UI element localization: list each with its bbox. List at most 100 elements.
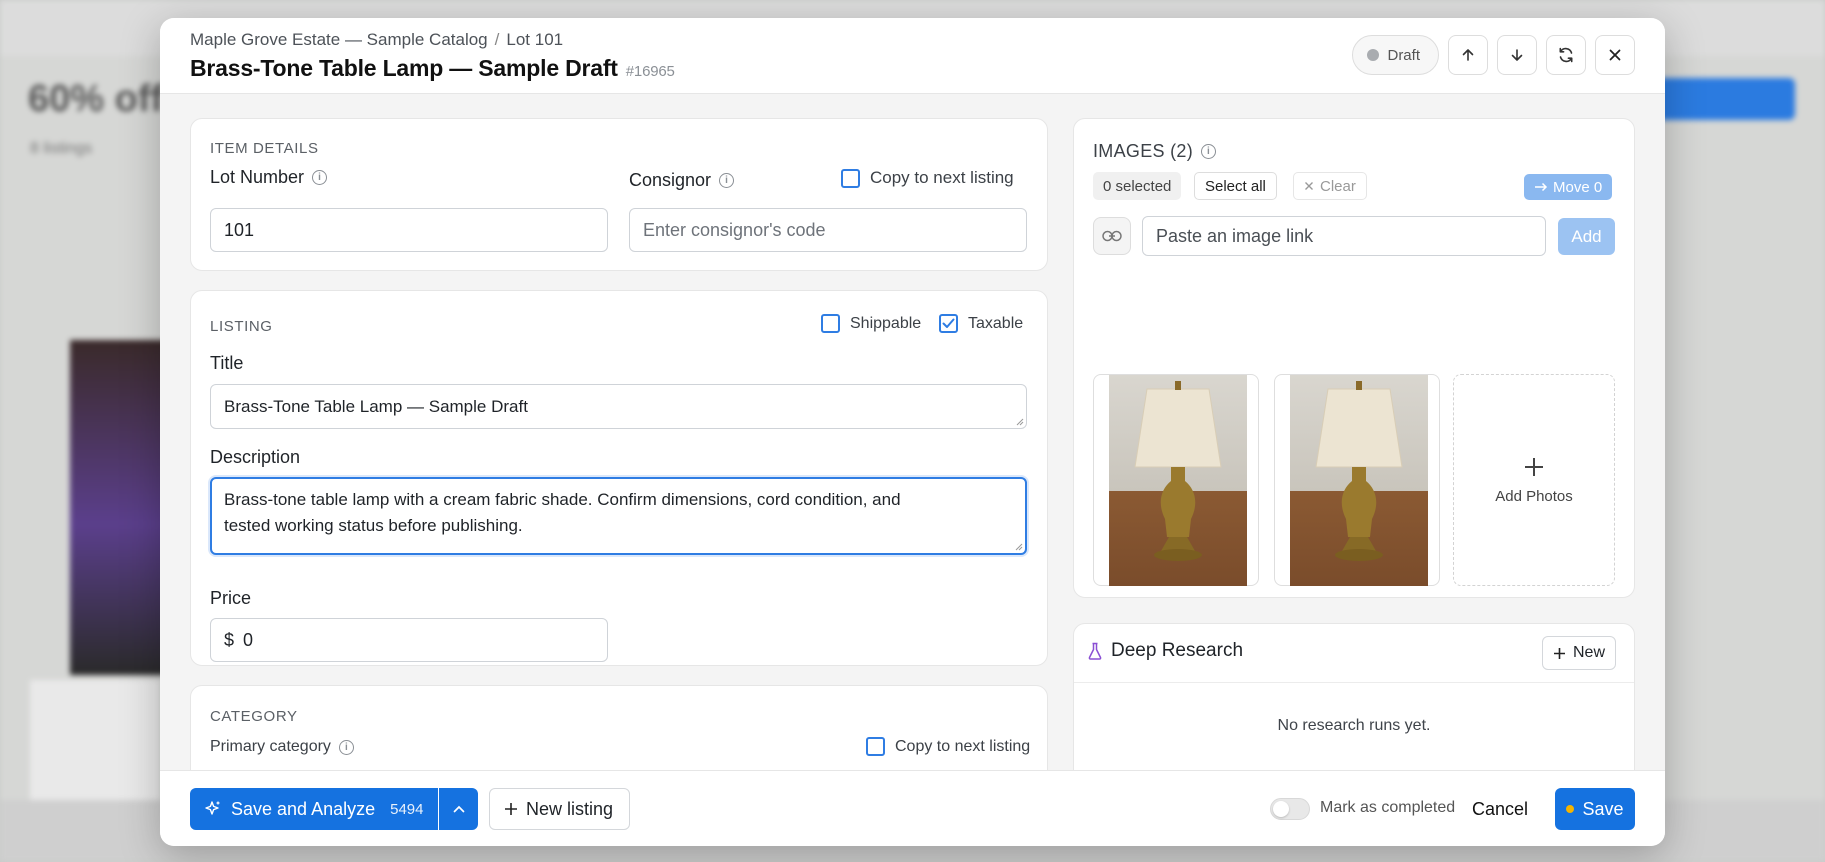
save-and-analyze-count: 5494 xyxy=(390,800,424,818)
background-card xyxy=(30,680,160,800)
add-link-button[interactable]: Add xyxy=(1558,218,1615,255)
price-currency: $ xyxy=(224,629,235,650)
shippable-label: Shippable xyxy=(850,314,922,332)
resize-handle-icon[interactable] xyxy=(1013,541,1023,551)
title-input[interactable]: Brass-Tone Table Lamp — Sample Draft xyxy=(210,384,1027,429)
breadcrumb-catalog[interactable]: Maple Grove Estate — Sample Catalog xyxy=(190,30,488,49)
copy-next-listing-checkbox[interactable]: Copy to next listing xyxy=(841,168,1014,188)
resize-handle-icon[interactable] xyxy=(1014,416,1024,426)
previous-button[interactable] xyxy=(1448,35,1488,75)
lamp-illustration xyxy=(1134,381,1222,561)
toggle-knob xyxy=(1273,801,1289,817)
category-heading: CATEGORY xyxy=(210,708,298,725)
taxable-label: Taxable xyxy=(968,314,1024,332)
plus-icon xyxy=(1525,457,1543,476)
modal-header: Maple Grove Estate — Sample Catalog / Lot … xyxy=(160,18,1665,94)
status-badge[interactable]: Draft xyxy=(1352,35,1439,75)
move-label: Move 0 xyxy=(1553,178,1603,196)
save-button[interactable]: Save xyxy=(1555,788,1635,830)
image-link-input[interactable]: Paste an image link xyxy=(1142,216,1546,256)
select-all-button[interactable]: Select all xyxy=(1194,172,1277,200)
new-research-button[interactable]: New xyxy=(1542,636,1617,670)
info-icon[interactable]: i xyxy=(719,173,735,188)
sparkle-icon xyxy=(205,801,220,815)
listing-heading: LISTING xyxy=(210,318,273,335)
primary-category-label: Primary category xyxy=(210,738,331,755)
description-line-2: tested working status before publishing. xyxy=(224,516,523,535)
description-textarea[interactable]: Brass-tone table lamp with a cream fabri… xyxy=(210,477,1027,555)
checkmark-icon xyxy=(942,318,955,328)
taxable-checkbox[interactable]: Taxable xyxy=(939,314,1023,333)
divider xyxy=(1074,682,1634,683)
new-listing-button[interactable]: New listing xyxy=(489,788,630,830)
breadcrumb-lot[interactable]: Lot 101 xyxy=(506,30,563,49)
image-thumbnail-2[interactable] xyxy=(1274,374,1440,586)
price-label: Price xyxy=(210,588,252,608)
copy-next-listing-label: Copy to next listing xyxy=(870,168,1014,187)
primary-category-label-row: Primary category i xyxy=(210,738,354,756)
info-icon[interactable]: i xyxy=(1201,144,1217,159)
refresh-button[interactable] xyxy=(1546,35,1586,75)
cancel-button[interactable]: Cancel xyxy=(1472,788,1528,830)
link-button[interactable] xyxy=(1093,217,1131,255)
category-copy-next-listing-label: Copy to next listing xyxy=(895,737,1031,755)
deep-research-heading-row: Deep Research xyxy=(1088,640,1243,662)
plus-icon xyxy=(505,803,517,815)
clear-button[interactable]: Clear xyxy=(1293,172,1367,200)
info-icon[interactable]: i xyxy=(312,170,328,185)
mark-completed-label: Mark as completed xyxy=(1320,799,1456,816)
title-input-value: Brass-Tone Table Lamp — Sample Draft xyxy=(224,396,528,416)
deep-research-title: Deep Research xyxy=(1111,640,1244,661)
item-details-heading: ITEM DETAILS xyxy=(210,140,319,157)
background-new-listing-button xyxy=(1655,78,1795,120)
images-card: IMAGES (2) i 0 selected Select all Clear… xyxy=(1073,118,1635,598)
info-icon[interactable]: i xyxy=(338,739,354,755)
lamp-photo xyxy=(1109,375,1247,586)
status-label: Draft xyxy=(1387,46,1420,64)
save-and-analyze-label: Save and Analyze xyxy=(231,798,376,819)
selected-count: 0 selected xyxy=(1093,172,1182,200)
lot-number-label-row: Lot Number i xyxy=(210,167,328,188)
lamp-illustration xyxy=(1315,381,1403,561)
image-thumbnail-1[interactable] xyxy=(1093,374,1259,586)
page-title-row: Brass-Tone Table Lamp — Sample Draft #169… xyxy=(190,55,675,82)
lot-number-label: Lot Number xyxy=(210,167,305,187)
page-title: Brass-Tone Table Lamp — Sample Draft xyxy=(190,55,618,81)
consignor-placeholder: Enter consignor's code xyxy=(643,219,826,240)
save-and-analyze-button[interactable]: Save and Analyze 5494 xyxy=(190,788,438,830)
consignor-label-row: Consignor i xyxy=(629,170,735,191)
price-input[interactable]: $ 0 xyxy=(210,618,608,662)
checkbox-icon[interactable] xyxy=(866,737,885,756)
description-line-1: Brass-tone table lamp with a cream fabri… xyxy=(224,490,901,509)
arrow-right-icon xyxy=(1535,182,1548,192)
checkbox-icon[interactable] xyxy=(821,314,840,333)
description-label: Description xyxy=(210,447,301,467)
unsaved-dot xyxy=(1566,805,1575,813)
next-button[interactable] xyxy=(1497,35,1537,75)
close-button[interactable] xyxy=(1595,35,1635,75)
listing-editor-modal: Maple Grove Estate — Sample Catalog / Lot … xyxy=(160,18,1665,846)
item-details-card: ITEM DETAILS Lot Number i 101 Consignor … xyxy=(190,118,1048,271)
checkbox-checked-icon[interactable] xyxy=(939,314,958,333)
lot-number-input[interactable]: 101 xyxy=(210,208,608,252)
save-label: Save xyxy=(1582,798,1624,819)
shippable-checkbox[interactable]: Shippable xyxy=(821,314,921,333)
breadcrumb: Maple Grove Estate — Sample Catalog / Lot … xyxy=(190,30,563,50)
consignor-input[interactable]: Enter consignor's code xyxy=(629,208,1027,252)
lamp-photo xyxy=(1290,375,1428,586)
images-heading: IMAGES (2) xyxy=(1093,141,1194,161)
research-empty-text: No research runs yet. xyxy=(1277,717,1431,734)
images-heading-row: IMAGES (2) i xyxy=(1093,141,1217,162)
move-button[interactable]: Move 0 xyxy=(1524,174,1613,200)
save-options-button[interactable] xyxy=(439,788,478,830)
image-link-placeholder: Paste an image link xyxy=(1156,225,1314,246)
background-subtitle: 8 listings xyxy=(30,140,93,157)
add-photos-button[interactable]: Add Photos xyxy=(1453,374,1615,586)
checkbox-icon[interactable] xyxy=(841,168,860,188)
mark-completed-toggle[interactable] xyxy=(1270,798,1310,820)
status-dot xyxy=(1367,49,1380,61)
header-actions: Draft xyxy=(1352,35,1635,75)
category-copy-next-listing-checkbox[interactable]: Copy to next listing xyxy=(866,737,1030,756)
chevron-up-icon xyxy=(453,805,464,813)
background-image xyxy=(70,340,170,675)
